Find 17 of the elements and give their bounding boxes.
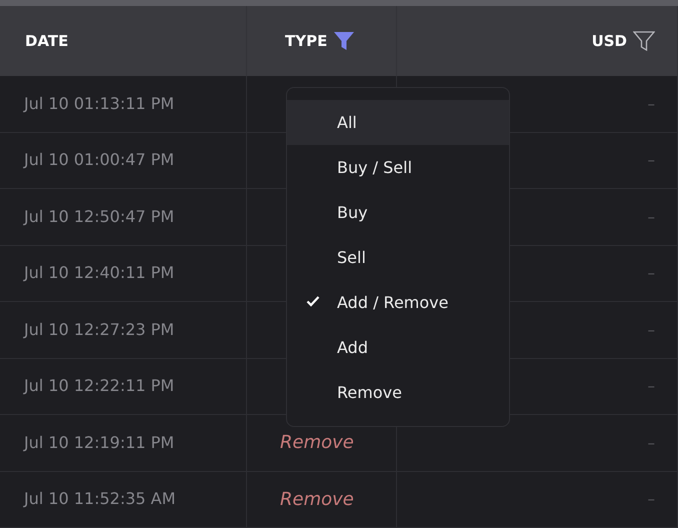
usd-cell: –	[397, 472, 678, 528]
type-cell: Remove	[247, 472, 397, 528]
date-cell: Jul 10 12:50:47 PM	[0, 189, 247, 246]
date-cell: Jul 10 12:27:23 PM	[0, 302, 247, 358]
filter-icon[interactable]	[333, 31, 356, 51]
date-cell: Jul 10 01:00:47 PM	[0, 132, 247, 189]
check-icon	[306, 295, 320, 307]
column-header: DATE	[25, 30, 68, 52]
date-cell: Jul 10 11:52:35 AM	[0, 472, 247, 528]
filter-icon[interactable]	[633, 31, 655, 51]
date-cell: Jul 10 12:19:11 PM	[0, 415, 247, 472]
date-cell: Jul 10 12:40:11 PM	[0, 246, 247, 302]
column-header: TYPE	[285, 30, 328, 52]
date-cell: Jul 10 12:22:11 PM	[0, 358, 247, 415]
date-cell: Jul 10 01:13:11 PM	[0, 76, 247, 132]
column-header: USD	[592, 30, 627, 52]
menu-item[interactable]: All	[287, 100, 509, 145]
